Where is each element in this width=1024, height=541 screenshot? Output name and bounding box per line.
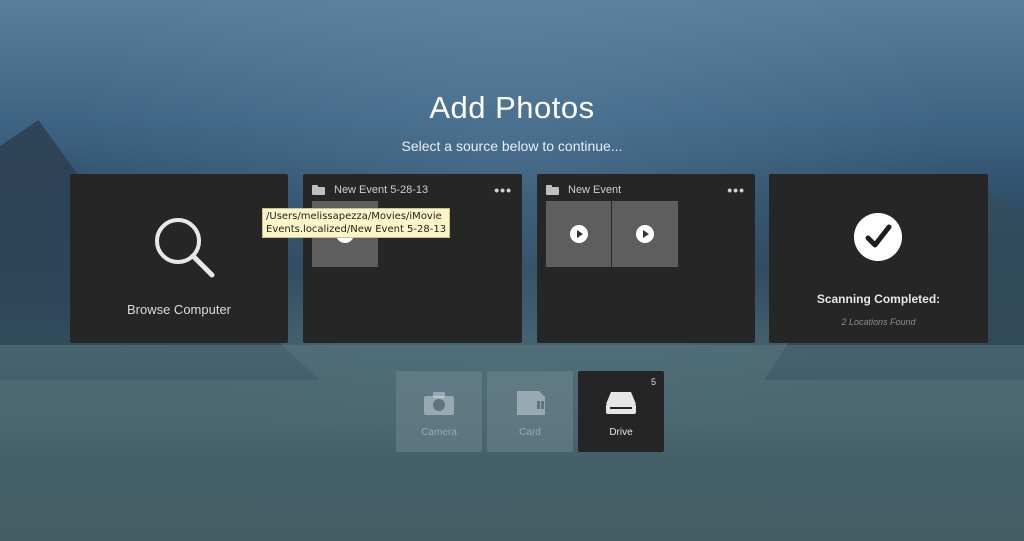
drive-label: Drive [609,427,633,438]
event-card-header: New Event ••• [546,182,745,198]
event-card-new-event-5-28-13[interactable]: New Event 5-28-13 ••• [303,174,522,343]
camera-source-button[interactable]: Camera [396,371,482,452]
search-icon [155,218,215,278]
folder-icon [312,185,325,195]
browse-computer-label: Browse Computer [126,302,232,317]
tooltip-line: /Users/melissapezza/Movies/iMovie [266,211,442,222]
video-thumbnail[interactable] [612,201,678,267]
video-thumbnail[interactable] [546,201,611,267]
checkmark-icon [854,213,902,261]
play-icon [636,225,654,243]
drive-icon [606,392,636,414]
more-options-icon[interactable]: ••• [727,183,745,197]
drive-count-badge: 5 [650,377,656,387]
scan-detail: 2 Locations Found [841,317,916,327]
tooltip-line: Events.localized/New Event 5-28-13 [266,224,447,235]
card-source-button[interactable]: Card [487,371,573,452]
memory-card-icon [517,391,545,415]
page-title: Add Photos [429,90,595,125]
folder-icon [546,185,559,195]
event-card-header: New Event 5-28-13 ••• [312,182,512,198]
scan-status: Scanning Completed: [816,292,941,306]
event-card-new-event[interactable]: New Event ••• [537,174,755,343]
scanning-status-card: Scanning Completed: 2 Locations Found [769,174,988,343]
path-tooltip: /Users/melissapezza/Movies/iMovie Events… [262,208,451,238]
drive-source-button[interactable]: 5 Drive [578,371,664,452]
card-label: Card [519,427,541,438]
page-subtitle: Select a source below to continue... [401,138,623,154]
browse-computer-card[interactable]: Browse Computer [70,174,288,343]
camera-label: Camera [421,427,457,438]
event-name: New Event 5-28-13 [334,184,429,196]
event-name: New Event [568,184,622,196]
play-icon [569,225,588,243]
more-options-icon[interactable]: ••• [494,183,512,197]
camera-icon [424,392,454,415]
